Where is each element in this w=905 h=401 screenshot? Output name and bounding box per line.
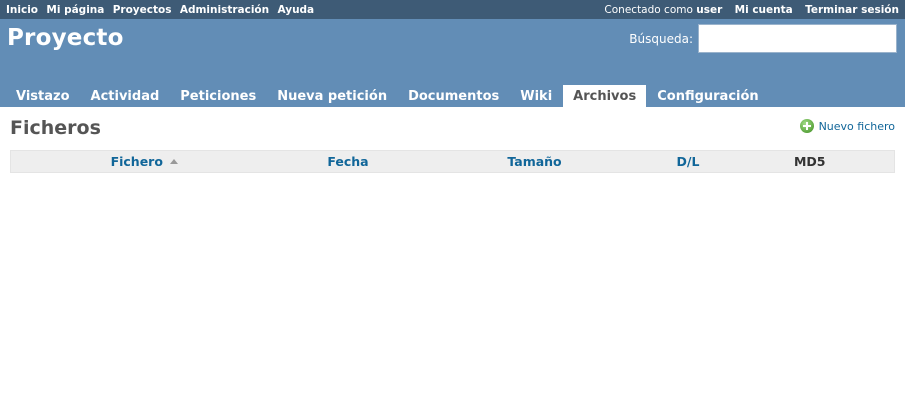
page-title: Ficheros <box>10 117 101 139</box>
top-menu-right: Conectado como user Mi cuenta Terminar s… <box>604 4 899 16</box>
quick-search: Búsqueda: <box>629 24 897 53</box>
top-link-projects[interactable]: Proyectos <box>113 4 172 16</box>
column-file[interactable]: Fichero <box>10 150 278 173</box>
column-date-link[interactable]: Fecha <box>327 154 368 169</box>
top-link-my-page[interactable]: Mi página <box>46 4 104 16</box>
files-table: Fichero Fecha Tamaño D/L MD5 <box>10 150 895 173</box>
tab-new-issue[interactable]: Nueva petición <box>267 85 397 107</box>
tab-settings[interactable]: Configuración <box>647 85 768 107</box>
tab-overview[interactable]: Vistazo <box>6 85 80 107</box>
tab-wiki[interactable]: Wiki <box>510 85 562 107</box>
tab-documents[interactable]: Documentos <box>398 85 509 107</box>
table-header-row: Fichero Fecha Tamaño D/L MD5 <box>10 150 895 173</box>
column-downloads-link[interactable]: D/L <box>677 154 700 169</box>
logged-as-prefix: Conectado como <box>604 3 693 16</box>
top-link-administration[interactable]: Administración <box>180 4 269 16</box>
tab-activity[interactable]: Actividad <box>81 85 170 107</box>
logged-as: Conectado como user <box>604 4 722 16</box>
column-date[interactable]: Fecha <box>277 150 419 173</box>
column-file-link[interactable]: Fichero <box>111 154 163 169</box>
top-menu: Inicio Mi página Proyectos Administració… <box>0 0 905 19</box>
add-icon[interactable] <box>799 119 814 133</box>
column-downloads[interactable]: D/L <box>650 150 726 173</box>
content: Nuevo fichero Ficheros Fichero Fecha Tam… <box>0 107 905 173</box>
tab-issues[interactable]: Peticiones <box>170 85 266 107</box>
column-size-link[interactable]: Tamaño <box>507 154 561 169</box>
top-link-home[interactable]: Inicio <box>6 4 38 16</box>
logged-user: user <box>696 3 723 16</box>
top-menu-left: Inicio Mi página Proyectos Administració… <box>6 4 319 16</box>
tab-files[interactable]: Archivos <box>563 85 647 107</box>
new-file-link[interactable]: Nuevo fichero <box>819 120 895 133</box>
column-md5: MD5 <box>725 150 895 173</box>
top-link-logout[interactable]: Terminar sesión <box>805 4 899 16</box>
search-input[interactable] <box>698 24 897 53</box>
main-menu: Vistazo Actividad Peticiones Nueva petic… <box>6 85 770 107</box>
top-link-help[interactable]: Ayuda <box>277 4 314 16</box>
project-title: Proyecto <box>7 25 124 51</box>
top-link-my-account[interactable]: Mi cuenta <box>735 4 793 16</box>
search-label: Búsqueda: <box>629 31 693 46</box>
sort-ascending-icon <box>169 159 178 164</box>
column-size[interactable]: Tamaño <box>418 150 651 173</box>
contextual-actions: Nuevo fichero <box>799 119 895 133</box>
header: Proyecto Búsqueda: Vistazo Actividad Pet… <box>0 19 905 107</box>
